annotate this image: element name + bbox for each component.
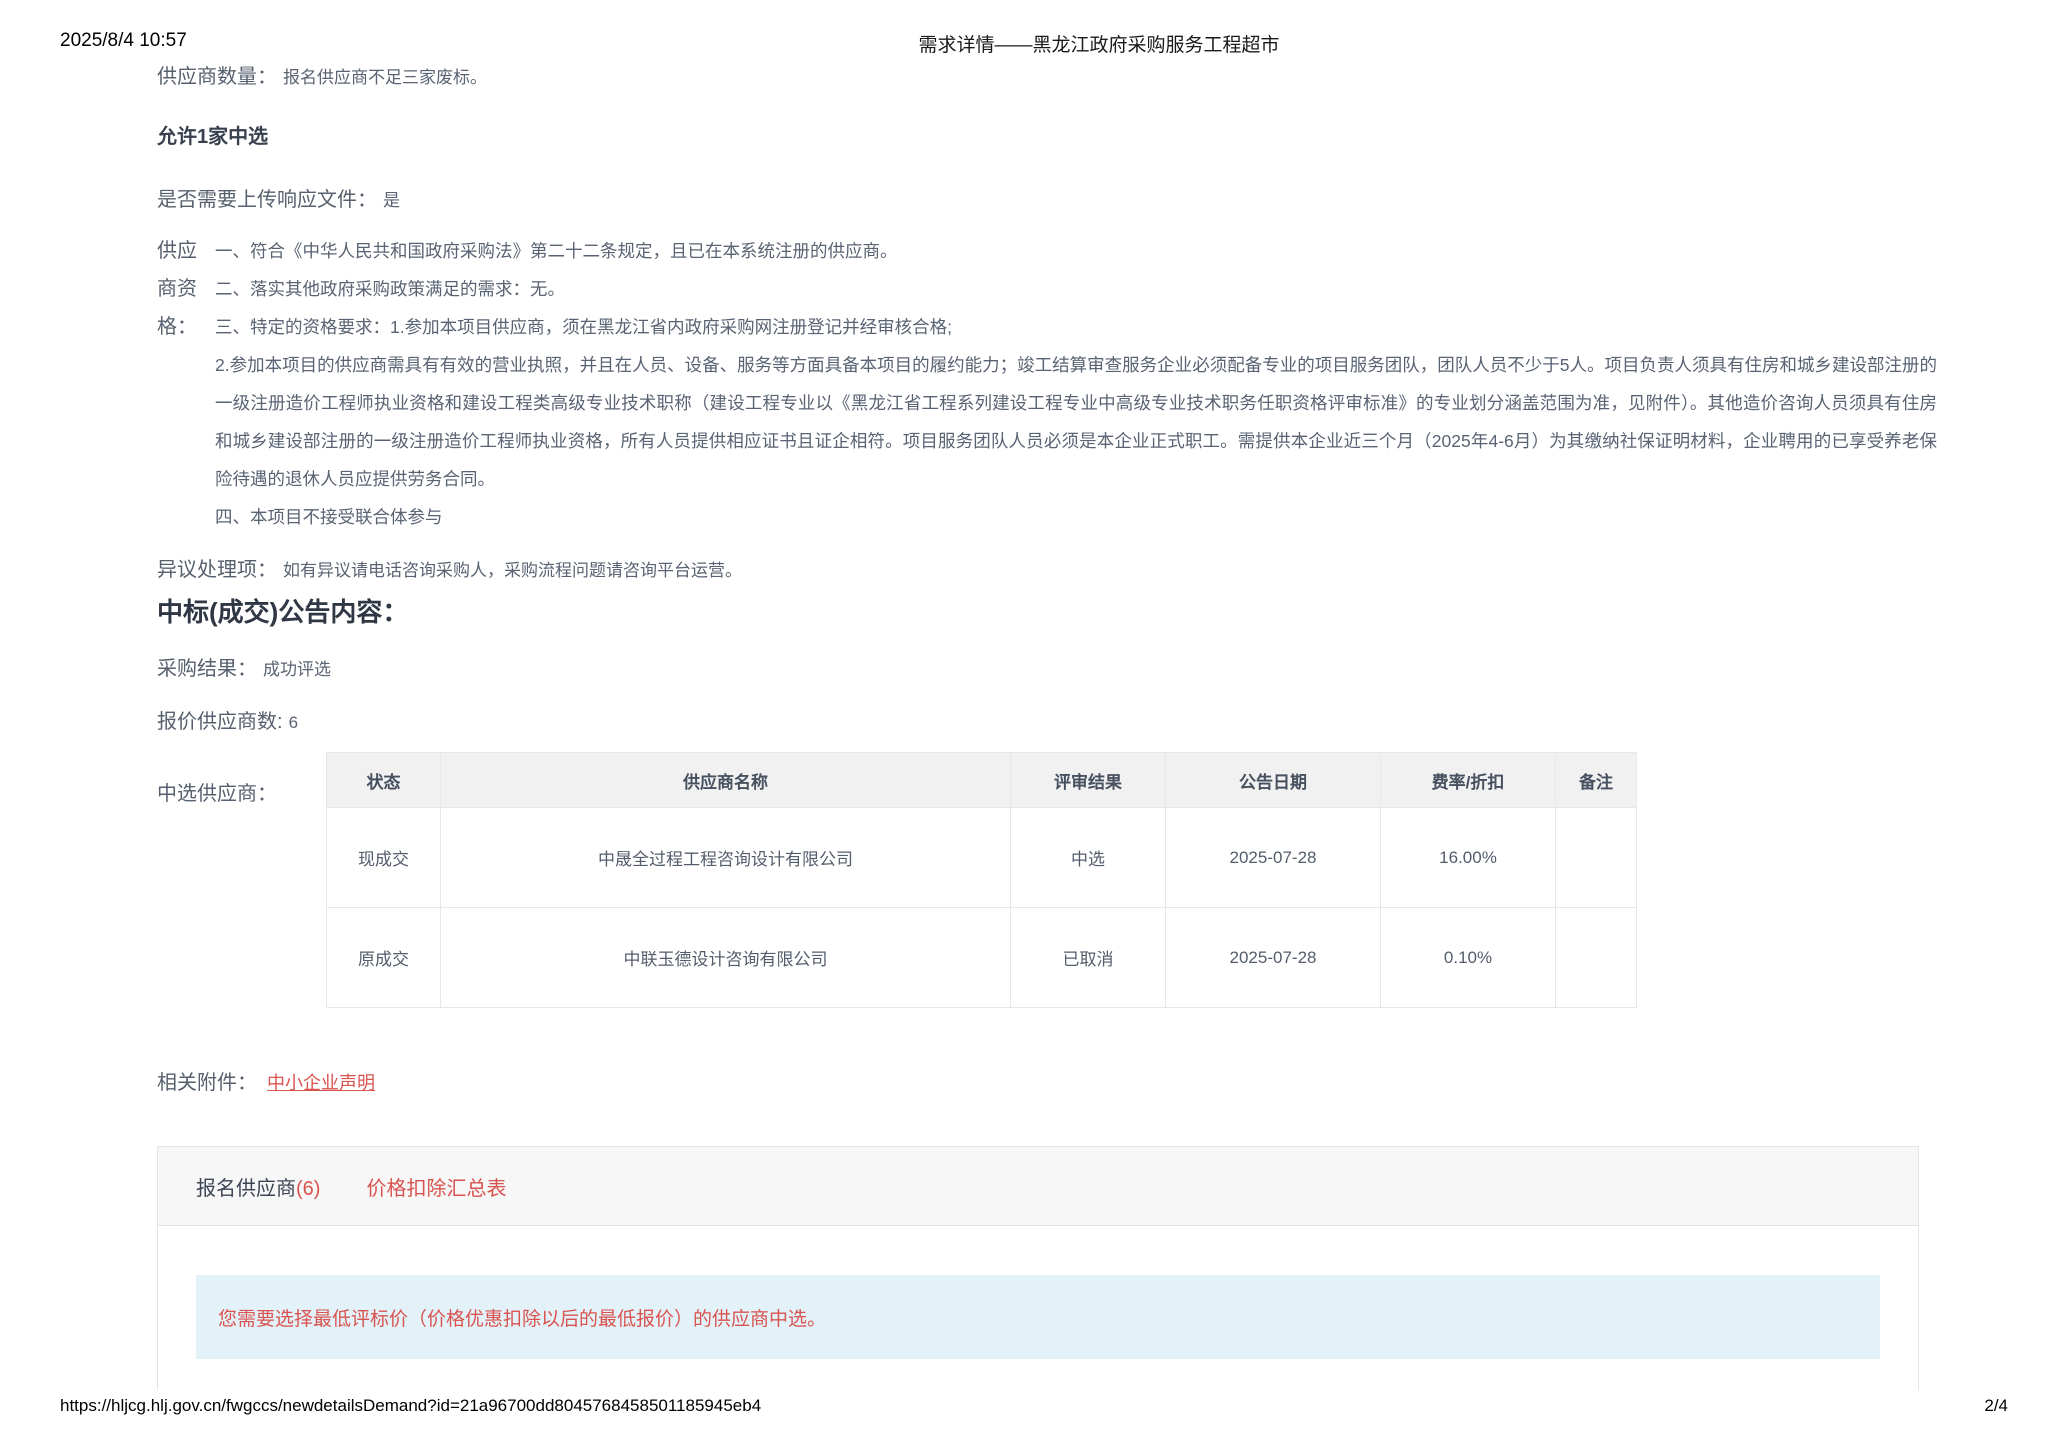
qualification-item-2: 二、落实其他政府采购政策满足的需求：无。 bbox=[215, 270, 1937, 308]
dispute-line: 异议处理项： 如有异议请电话咨询采购人，采购流程问题请咨询平台运营。 bbox=[157, 553, 742, 582]
procurement-result-label: 采购结果： bbox=[157, 658, 257, 680]
supplier-qualification-block: 供应商资格： 一、符合《中华人民共和国政府采购法》第二十二条规定，且已在本系统注… bbox=[157, 232, 1937, 536]
award-table-header-row: 状态 供应商名称 评审结果 公告日期 费率/折扣 备注 bbox=[327, 753, 1637, 808]
procurement-result-value: 成功评选 bbox=[263, 660, 331, 679]
bidder-count-line: 报价供应商数: 6 bbox=[157, 705, 298, 734]
tab-price-deduction-summary[interactable]: 价格扣除汇总表 bbox=[366, 1172, 506, 1201]
tab-registered-suppliers-label: 报名供应商 bbox=[196, 1178, 296, 1200]
selection-notice-text: 您需要选择最低评标价（价格优惠扣除以后的最低报价）的供应商中选。 bbox=[218, 1304, 826, 1331]
col-header-review-result: 评审结果 bbox=[1011, 753, 1166, 808]
bidder-count-label: 报价供应商数: bbox=[157, 711, 283, 733]
cell-supplier-name: 中晟全过程工程咨询设计有限公司 bbox=[441, 808, 1011, 908]
cell-remark bbox=[1556, 908, 1637, 1008]
bidder-count-value: 6 bbox=[289, 713, 298, 732]
qualification-item-3: 三、特定的资格要求：1.参加本项目供应商，须在黑龙江省内政府采购网注册登记并经审… bbox=[215, 308, 1937, 346]
supplier-count-label: 供应商数量： bbox=[157, 66, 277, 88]
cell-status: 原成交 bbox=[327, 908, 441, 1008]
upload-response-line: 是否需要上传响应文件： 是 bbox=[157, 183, 400, 212]
panel-tabstrip: 报名供应商(6) 价格扣除汇总表 bbox=[158, 1147, 1918, 1226]
upload-response-value: 是 bbox=[383, 191, 400, 210]
bidders-panel: 报名供应商(6) 价格扣除汇总表 您需要选择最低评标价（价格优惠扣除以后的最低报… bbox=[157, 1146, 1919, 1390]
cell-rate-discount: 16.00% bbox=[1381, 808, 1556, 908]
upload-response-label: 是否需要上传响应文件： bbox=[157, 189, 377, 211]
print-page: { "header": { "timestamp": "2025/8/4 10:… bbox=[0, 0, 2048, 1447]
cell-remark bbox=[1556, 808, 1637, 908]
supplier-count-line: 供应商数量： 报名供应商不足三家废标。 bbox=[157, 60, 487, 89]
tab-registered-suppliers[interactable]: 报名供应商(6) bbox=[196, 1172, 320, 1201]
attachment-label: 相关附件： bbox=[157, 1072, 257, 1094]
qualification-item-4: 四、本项目不接受联合体参与 bbox=[215, 498, 1937, 536]
print-footer-page-number: 2/4 bbox=[1984, 1396, 2008, 1416]
col-header-status: 状态 bbox=[327, 753, 441, 808]
attachment-link[interactable]: 中小企业声明 bbox=[267, 1073, 375, 1093]
allow-winner-note: 允许1家中选 bbox=[157, 120, 268, 149]
attachment-line: 相关附件： 中小企业声明 bbox=[157, 1066, 375, 1095]
supplier-qualification-content: 一、符合《中华人民共和国政府采购法》第二十二条规定，且已在本系统注册的供应商。 … bbox=[215, 232, 1937, 536]
cell-review-result: 已取消 bbox=[1011, 908, 1166, 1008]
dispute-label: 异议处理项： bbox=[157, 559, 277, 581]
award-table: 状态 供应商名称 评审结果 公告日期 费率/折扣 备注 现成交 中晟全过程工程咨… bbox=[326, 752, 1637, 1008]
dispute-value: 如有异议请电话咨询采购人，采购流程问题请咨询平台运营。 bbox=[283, 561, 742, 580]
qualification-item-1: 一、符合《中华人民共和国政府采购法》第二十二条规定，且已在本系统注册的供应商。 bbox=[215, 232, 1937, 270]
cell-status: 现成交 bbox=[327, 808, 441, 908]
cell-announce-date: 2025-07-28 bbox=[1166, 908, 1381, 1008]
cell-announce-date: 2025-07-28 bbox=[1166, 808, 1381, 908]
supplier-count-value: 报名供应商不足三家废标。 bbox=[283, 68, 487, 87]
cell-review-result: 中选 bbox=[1011, 808, 1166, 908]
col-header-rate-discount: 费率/折扣 bbox=[1381, 753, 1556, 808]
supplier-qualification-label: 供应商资格： bbox=[157, 232, 209, 346]
selection-notice-box: 您需要选择最低评标价（价格优惠扣除以后的最低报价）的供应商中选。 bbox=[196, 1275, 1880, 1359]
print-footer-url: https://hljcg.hlj.gov.cn/fwgccs/newdetai… bbox=[60, 1396, 761, 1416]
col-header-supplier-name: 供应商名称 bbox=[441, 753, 1011, 808]
tab-registered-suppliers-count: (6) bbox=[296, 1178, 320, 1200]
table-row: 原成交 中联玉德设计咨询有限公司 已取消 2025-07-28 0.10% bbox=[327, 908, 1637, 1008]
cell-supplier-name: 中联玉德设计咨询有限公司 bbox=[441, 908, 1011, 1008]
award-section-heading: 中标(成交)公告内容： bbox=[157, 592, 408, 629]
page-title: 需求详情——黑龙江政府采购服务工程超市 bbox=[150, 30, 2048, 57]
qualification-item-3-detail: 2.参加本项目的供应商需具有有效的营业执照，并且在人员、设备、服务等方面具备本项… bbox=[215, 346, 1937, 498]
col-header-remark: 备注 bbox=[1556, 753, 1637, 808]
selected-supplier-label: 中选供应商： bbox=[157, 777, 277, 806]
table-row: 现成交 中晟全过程工程咨询设计有限公司 中选 2025-07-28 16.00% bbox=[327, 808, 1637, 908]
procurement-result-line: 采购结果： 成功评选 bbox=[157, 652, 331, 681]
col-header-announce-date: 公告日期 bbox=[1166, 753, 1381, 808]
cell-rate-discount: 0.10% bbox=[1381, 908, 1556, 1008]
